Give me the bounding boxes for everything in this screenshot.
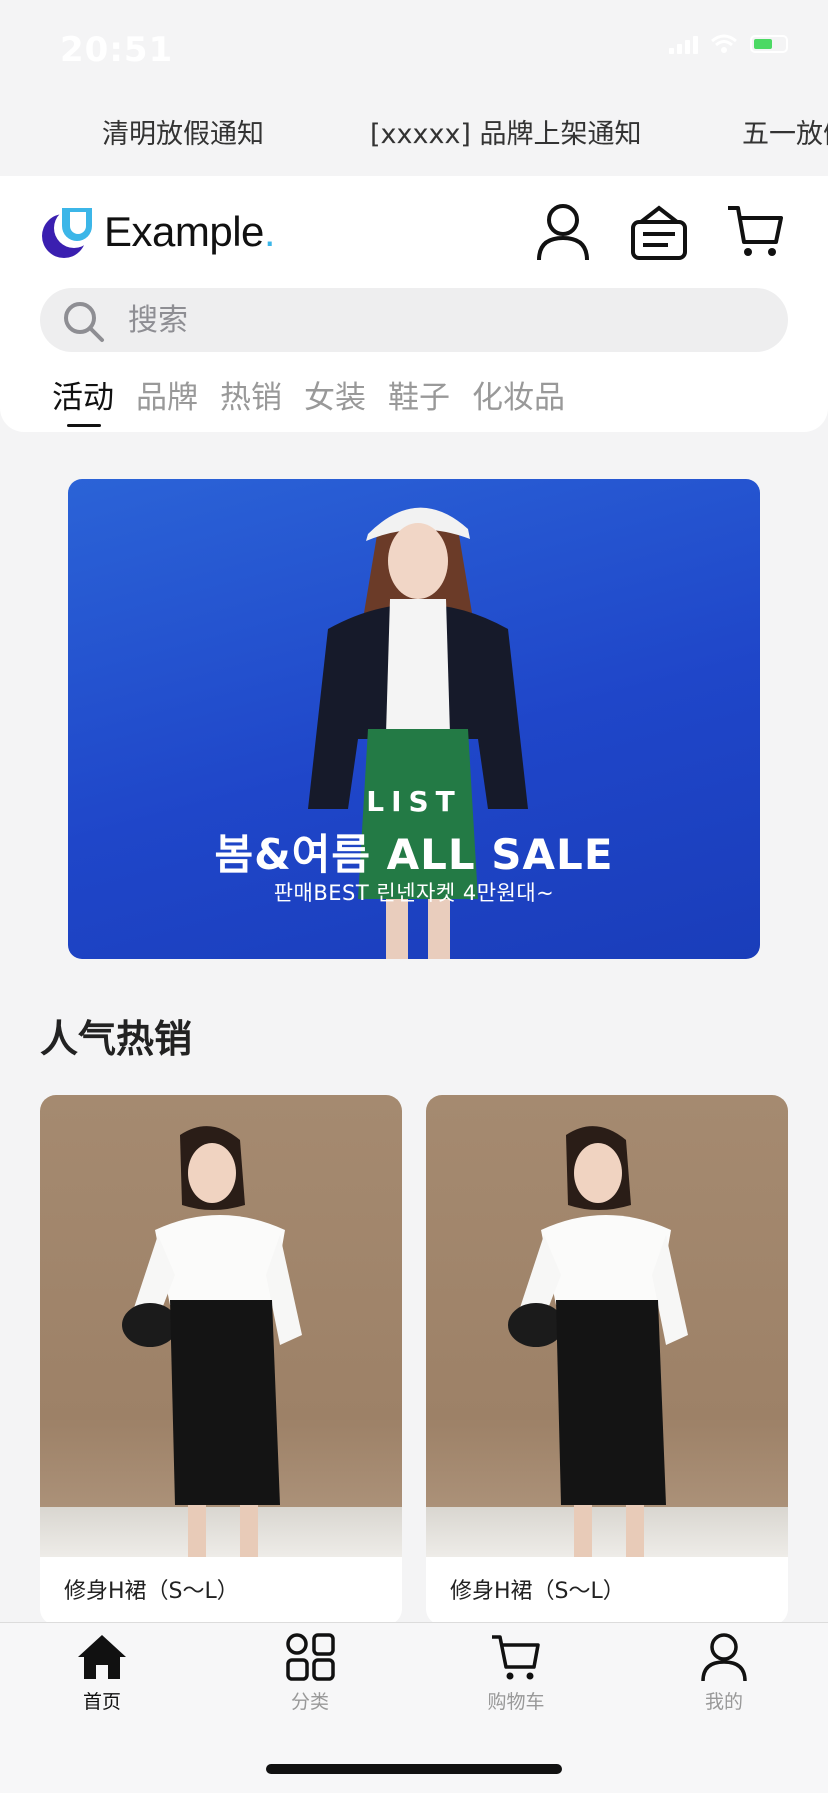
home-icon: [42, 1631, 162, 1683]
home-indicator: [266, 1764, 562, 1774]
product-photo: [426, 1095, 788, 1557]
user-icon: [664, 1631, 784, 1683]
nav-cart[interactable]: 购物车: [456, 1631, 576, 1714]
logo[interactable]: Example.: [40, 204, 276, 260]
notice-marquee: 清明放假通知 [xxxxx] 品牌上架通知 五一放假通知: [0, 90, 828, 176]
tab-hot-sale[interactable]: 热销: [220, 372, 282, 417]
tab-cosmetics[interactable]: 化妆品: [472, 372, 565, 417]
product-card[interactable]: 修身H裙（S～L）: [40, 1095, 402, 1625]
cart-icon: [456, 1631, 576, 1683]
nav-profile[interactable]: 我的: [664, 1631, 784, 1714]
product-photo: [40, 1095, 402, 1557]
nav-home[interactable]: 首页: [42, 1631, 162, 1714]
logo-dot: .: [263, 208, 276, 255]
notice-item[interactable]: 清明放假通知: [102, 112, 264, 151]
nav-profile-label: 我的: [704, 1691, 743, 1713]
header: Example. 活动 品牌 热销 女装 鞋子 化妆品: [0, 176, 828, 432]
user-icon[interactable]: [534, 202, 592, 262]
product-name: 修身H裙（S～L）: [64, 1579, 239, 1604]
status-time: 20:51: [60, 30, 174, 70]
promo-banner[interactable]: LIST 봄&여름 ALL SALE 판매BEST 린넨자켓 4만원대~: [68, 479, 760, 959]
search-input[interactable]: [128, 296, 728, 344]
search-icon: [62, 300, 106, 348]
battery-icon: [750, 35, 788, 53]
tab-brand[interactable]: 品牌: [136, 372, 198, 417]
logo-text: Example: [104, 208, 264, 255]
tab-shoes[interactable]: 鞋子: [388, 372, 450, 417]
banner-subtitle: 판매BEST 린넨자켓 4만원대~: [273, 881, 555, 905]
wifi-icon: [710, 34, 738, 54]
banner-brand: LIST: [366, 785, 462, 818]
product-card[interactable]: 修身H裙（S～L）: [426, 1095, 788, 1625]
logo-mark-icon: [40, 204, 100, 260]
message-box-icon[interactable]: [630, 202, 688, 262]
status-icons: [669, 34, 788, 54]
notice-item[interactable]: [xxxxx] 品牌上架通知: [370, 112, 642, 151]
section-title: 人气热销: [40, 1017, 193, 1061]
status-bar: 20:51: [0, 0, 828, 96]
search-bar[interactable]: [40, 288, 788, 352]
signal-icon: [669, 34, 698, 54]
nav-cart-label: 购物车: [487, 1691, 545, 1713]
tab-womens[interactable]: 女装: [304, 372, 366, 417]
nav-category[interactable]: 分类: [250, 1631, 370, 1714]
nav-category-label: 分类: [290, 1691, 329, 1713]
nav-home-label: 首页: [82, 1691, 121, 1713]
product-name: 修身H裙（S～L）: [450, 1579, 625, 1604]
grid-icon: [250, 1631, 370, 1683]
banner-headline: 봄&여름 ALL SALE: [214, 830, 614, 879]
cart-icon[interactable]: [726, 202, 784, 262]
category-tabs: 活动 品牌 热销 女装 鞋子 化妆品: [52, 372, 565, 427]
tab-activity[interactable]: 活动: [52, 372, 114, 427]
notice-item[interactable]: 五一放假通知: [742, 112, 828, 151]
